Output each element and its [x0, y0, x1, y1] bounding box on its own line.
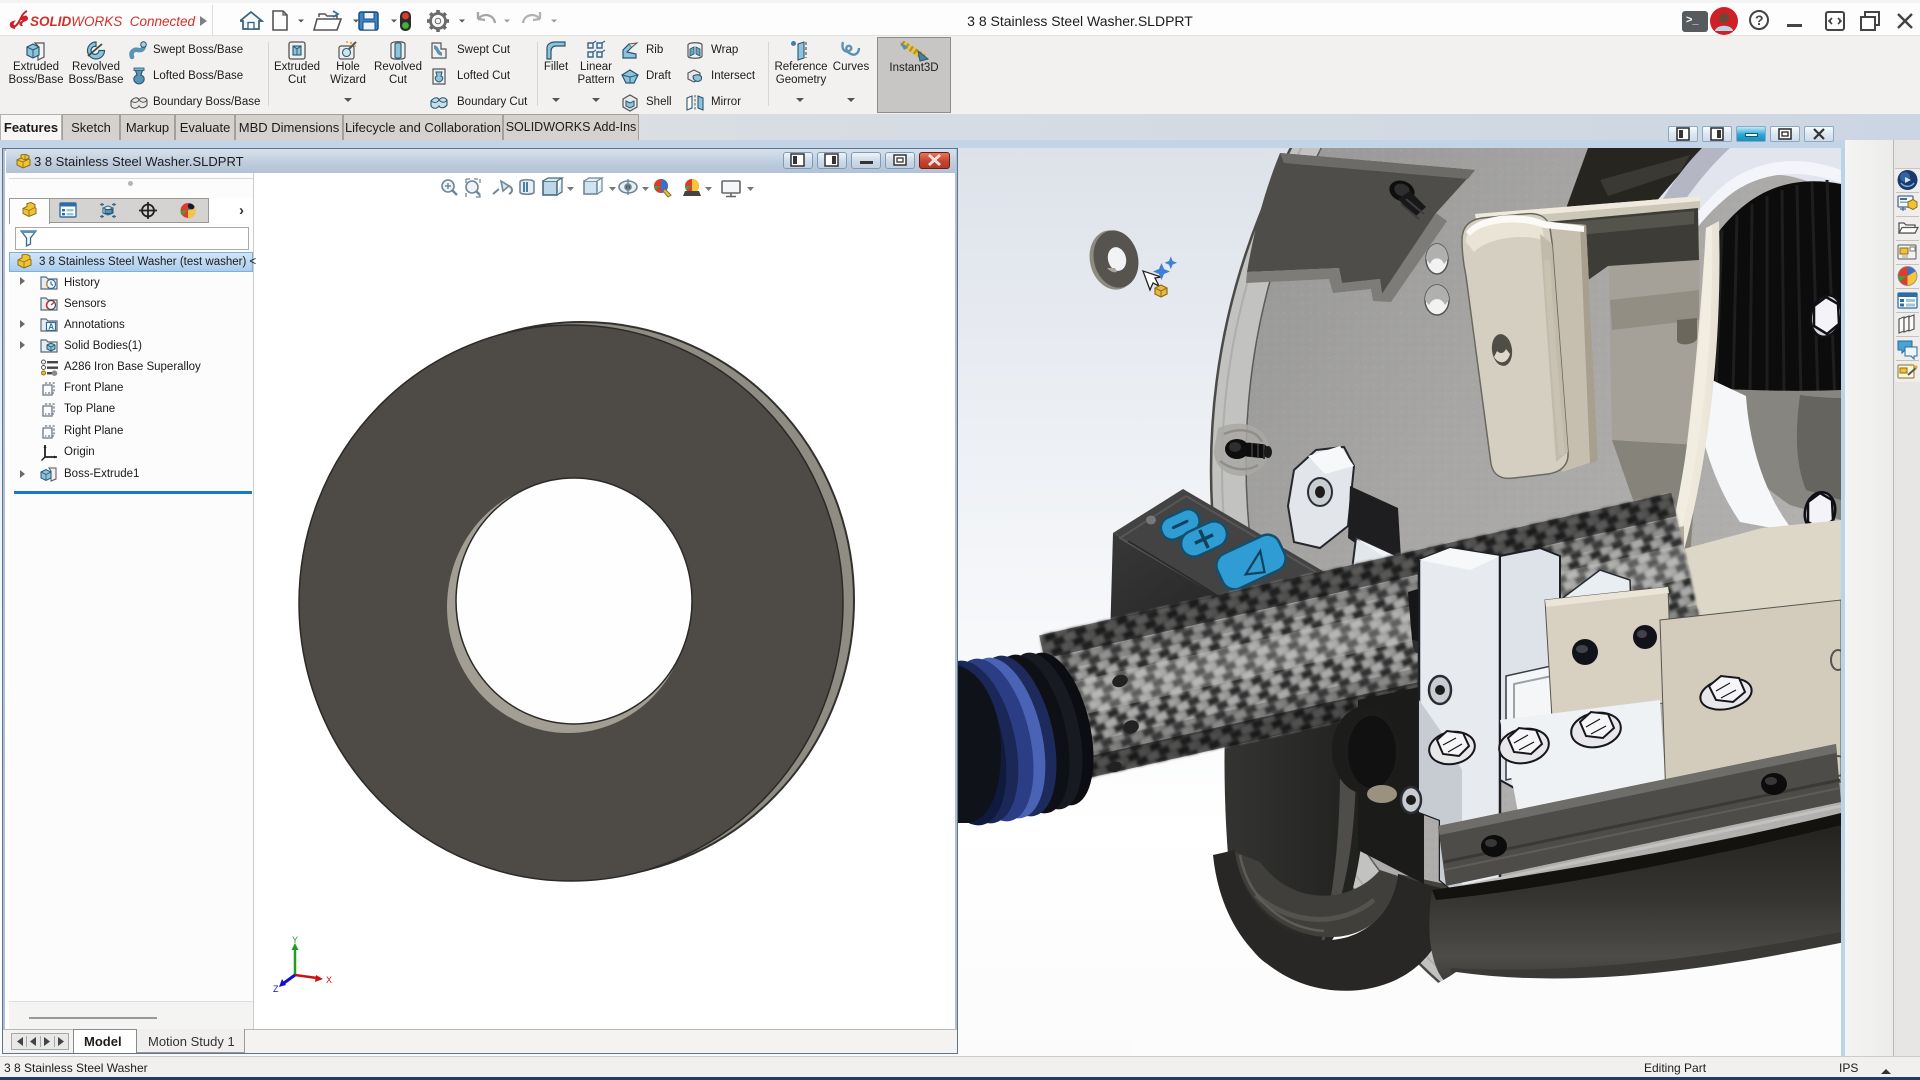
svg-text:X: X — [326, 975, 332, 985]
svg-text:Y: Y — [292, 935, 298, 945]
svg-text:Z: Z — [273, 984, 279, 994]
svg-text:A: A — [48, 323, 54, 332]
